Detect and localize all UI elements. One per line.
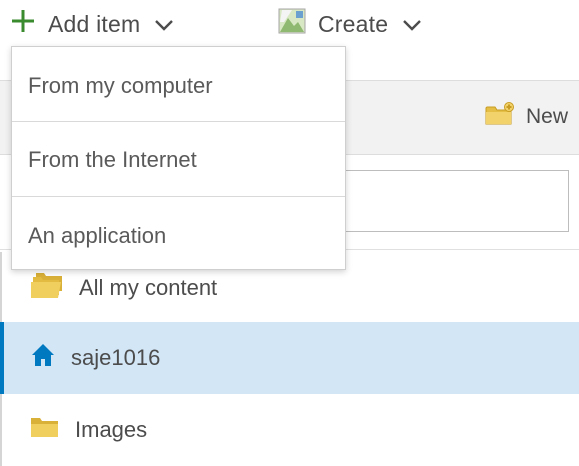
menu-item-an-application[interactable]: An application (12, 199, 345, 273)
menu-divider (12, 196, 345, 197)
chevron-down-icon (388, 11, 422, 38)
new-folder-icon (485, 102, 526, 132)
menu-item-from-my-computer[interactable]: From my computer (12, 49, 345, 123)
create-button[interactable]: Create (278, 6, 422, 42)
add-item-button[interactable]: Add item (10, 6, 174, 42)
add-item-label: Add item (48, 10, 141, 37)
home-icon (30, 342, 56, 374)
menu-item-label: From the Internet (28, 147, 197, 172)
add-item-dropdown: From my computer From the Internet An ap… (11, 46, 346, 270)
create-label: Create (318, 10, 389, 37)
menu-item-label: An application (28, 223, 167, 248)
create-map-icon (278, 8, 318, 40)
menu-item-from-the-internet[interactable]: From the Internet (12, 123, 345, 197)
menu-divider (12, 121, 345, 122)
chevron-down-icon (140, 11, 174, 38)
folder-icon (30, 415, 60, 445)
folder-item-label: saje1016 (71, 345, 161, 370)
folder-item-images[interactable]: Images (0, 394, 579, 466)
new-folder-button[interactable]: New (485, 100, 568, 134)
folder-item-saje1016[interactable]: saje1016 (0, 322, 579, 394)
folder-item-label: All my content (79, 275, 218, 300)
folder-stack-icon (30, 271, 64, 305)
menu-item-label: From my computer (28, 73, 213, 98)
folder-item-label: Images (75, 417, 148, 442)
new-folder-label: New (526, 105, 569, 128)
plus-icon (10, 8, 48, 40)
toolbar: Add item Create (0, 0, 579, 48)
